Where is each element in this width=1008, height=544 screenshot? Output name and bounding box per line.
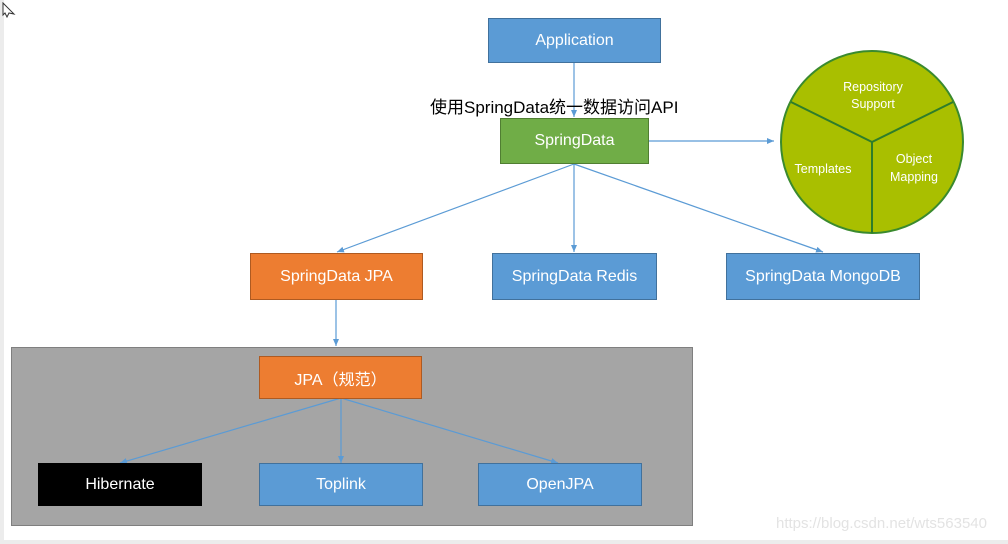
feature-repository-line2: Support bbox=[851, 97, 895, 111]
watermark: https://blog.csdn.net/wts563540 bbox=[776, 515, 987, 532]
feature-object-line1: Object bbox=[896, 152, 933, 166]
feature-repository-line1: Repository bbox=[843, 80, 903, 94]
feature-templates-line1: Templates bbox=[795, 162, 852, 176]
feature-object-line2: Mapping bbox=[890, 170, 938, 184]
springdata-feature-circle: Repository Support Templates Object Mapp… bbox=[780, 50, 964, 234]
